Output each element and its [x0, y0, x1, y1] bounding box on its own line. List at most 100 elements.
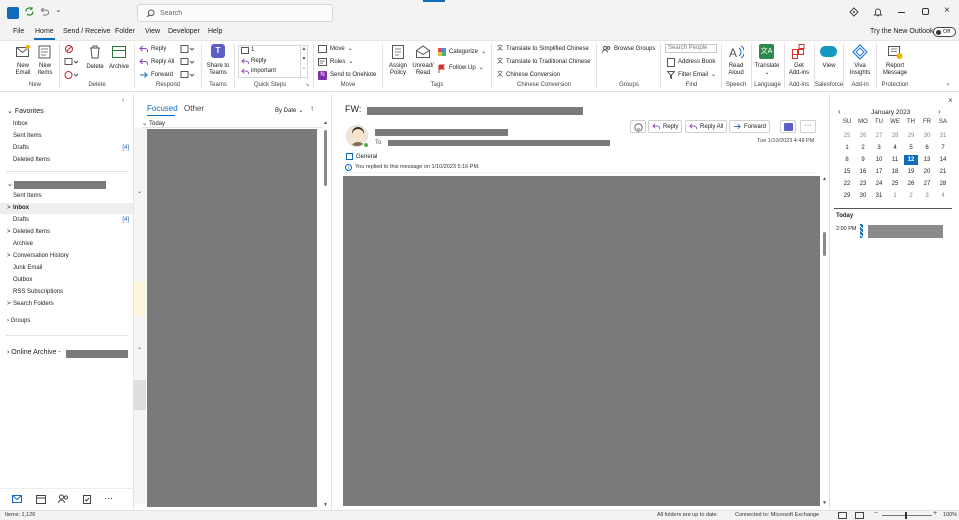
viva-insights-button[interactable]: Viva Insights	[846, 44, 874, 80]
new-email-button[interactable]: New Email	[12, 44, 34, 80]
report-message-button[interactable]: Report Message	[880, 44, 910, 80]
sort-direction-arrow-icon[interactable]: ↑	[310, 104, 314, 113]
search-box[interactable]: Search	[137, 4, 333, 22]
scroll-up-icon[interactable]: ▲	[301, 46, 307, 52]
reading-view-icon[interactable]	[855, 512, 864, 519]
calendar-day[interactable]: 13	[920, 155, 934, 165]
quick-step-1[interactable]: 1	[241, 47, 254, 54]
translate-traditional-button[interactable]: 文 Translate to Traditional Chinese	[497, 57, 591, 67]
salesforce-view-button[interactable]: View	[817, 44, 841, 80]
category-tag[interactable]: General	[346, 153, 377, 160]
quick-step-reply[interactable]: Reply	[241, 58, 266, 65]
forward-button[interactable]: Forward	[139, 70, 173, 80]
rules-button[interactable]: Rules ⌄	[318, 57, 353, 67]
close-icon[interactable]: ×	[944, 5, 950, 16]
meeting-icon[interactable]	[180, 44, 195, 54]
calendar-day[interactable]: 28	[888, 131, 902, 141]
tasks-icon[interactable]	[82, 494, 92, 506]
archive-button[interactable]: Archive	[107, 44, 131, 80]
share-to-teams-button[interactable]: T Share to Teams	[205, 44, 231, 80]
normal-view-icon[interactable]	[838, 512, 847, 519]
calendar-day[interactable]: 8	[840, 155, 854, 165]
favorite-inbox[interactable]: Inbox	[13, 121, 28, 127]
calendar-day[interactable]: 5	[904, 143, 918, 153]
favorite-drafts[interactable]: Drafts [4]	[13, 145, 129, 151]
scroll-down-icon[interactable]: ▼	[323, 502, 328, 508]
calendar-day[interactable]: 20	[920, 167, 934, 177]
expand-group-icon[interactable]: ⌄	[137, 344, 142, 351]
scroll-up-icon[interactable]: ▲	[323, 120, 328, 126]
emoji-reaction-button[interactable]	[630, 120, 646, 133]
scrollbar-thumb[interactable]	[823, 232, 826, 256]
minimize-icon[interactable]	[898, 12, 905, 13]
scroll-down-icon[interactable]: ▼	[822, 500, 827, 506]
calendar-day[interactable]: 1	[840, 143, 854, 153]
next-month-icon[interactable]: ›	[938, 107, 941, 116]
zoom-slider[interactable]	[882, 512, 932, 519]
folder-inbox-row[interactable]: > Inbox	[0, 203, 133, 214]
folder-deleted-items[interactable]: Deleted Items	[13, 229, 50, 235]
reply-all-button[interactable]: Reply All	[139, 57, 174, 67]
chinese-conversion-button[interactable]: 文 Chinese Conversion	[497, 70, 560, 80]
calendar-day[interactable]: 30	[856, 191, 870, 201]
address-book-button[interactable]: Address Book	[667, 57, 715, 67]
scrollbar-thumb[interactable]	[324, 130, 327, 186]
calendar-day[interactable]: 16	[856, 167, 870, 177]
calendar-day[interactable]: 3	[920, 191, 934, 201]
folder-search-folders[interactable]: Search Folders	[13, 301, 54, 307]
folder-conversation-history[interactable]: Conversation History	[13, 253, 69, 259]
calendar-day[interactable]: 26	[856, 131, 870, 141]
menu-folder[interactable]: Folder	[115, 28, 135, 35]
translate-simplified-button[interactable]: 文 Translate to Simplified Chinese	[497, 44, 589, 54]
folder-drafts[interactable]: Drafts [4]	[13, 217, 129, 223]
ignore-icon[interactable]	[64, 44, 74, 54]
calendar-day[interactable]: 25	[840, 131, 854, 141]
reading-scrollbar[interactable]: ▲ ▼	[821, 176, 828, 508]
calendar-day[interactable]: 24	[872, 179, 886, 189]
calendar-day[interactable]: 28	[936, 179, 950, 189]
online-archive-header[interactable]: › Online Archive -	[7, 349, 61, 356]
im-icon[interactable]	[180, 57, 195, 67]
more-actions-button[interactable]: ···	[800, 120, 816, 133]
calendar-day[interactable]: 2	[856, 143, 870, 153]
mail-icon[interactable]	[12, 495, 22, 505]
diamond-icon[interactable]	[849, 7, 859, 17]
calendar-day[interactable]: 18	[888, 167, 902, 177]
menu-send-receive[interactable]: Send / Receive	[63, 28, 110, 35]
folder-rss-subscriptions[interactable]: RSS Subscriptions	[13, 289, 63, 295]
calendar-day[interactable]: 1	[888, 191, 902, 201]
calendar-day[interactable]: 19	[904, 167, 918, 177]
more-apps-icon[interactable]: ···	[104, 493, 113, 503]
collapse-folder-pane-icon[interactable]: ‹	[122, 97, 124, 104]
folder-sent-items[interactable]: Sent Items	[13, 193, 42, 199]
folder-outbox[interactable]: Outbox	[13, 277, 32, 283]
calendar-day[interactable]: 31	[936, 131, 950, 141]
menu-help[interactable]: Help	[208, 28, 222, 35]
agenda-event[interactable]: 2:00 PM	[836, 224, 946, 240]
calendar-day[interactable]: 29	[904, 131, 918, 141]
favorite-sent-items[interactable]: Sent Items	[13, 133, 42, 139]
calendar-day[interactable]: 17	[872, 167, 886, 177]
zoom-out-icon[interactable]: −	[874, 510, 878, 517]
calendar-day[interactable]: 21	[936, 167, 950, 177]
new-outlook-toggle[interactable]: Off	[933, 27, 956, 37]
chevron-right-icon[interactable]: >	[7, 229, 11, 235]
categorize-button[interactable]: Categorize ⌄	[438, 47, 486, 57]
quick-steps-launcher-icon[interactable]: ↘	[305, 82, 309, 88]
ribbon-collapse-icon[interactable]: ⌄	[945, 79, 951, 87]
junk-icon[interactable]	[64, 70, 79, 80]
menu-view[interactable]: View	[145, 28, 160, 35]
calendar-day[interactable]: 11	[888, 155, 902, 165]
translate-button[interactable]: 文A Translate ⌄	[754, 44, 780, 80]
prev-month-icon[interactable]: ‹	[838, 107, 841, 116]
expand-gallery-icon[interactable]: ⌄	[301, 65, 307, 71]
reading-reply-all-button[interactable]: Reply All	[685, 120, 728, 133]
read-aloud-button[interactable]: A Read Aloud	[724, 44, 748, 80]
search-people-input[interactable]: Search People	[665, 44, 717, 53]
scroll-up-icon[interactable]: ▲	[822, 176, 827, 182]
quick-steps-scroll[interactable]: ▲ ▼ ⌄	[300, 46, 307, 77]
quick-step-important[interactable]: important	[241, 68, 276, 75]
favorite-deleted-items[interactable]: Deleted Items	[13, 157, 50, 163]
zoom-slider-thumb[interactable]	[905, 512, 907, 519]
filter-email-button[interactable]: Filter Email ⌄	[667, 70, 716, 80]
